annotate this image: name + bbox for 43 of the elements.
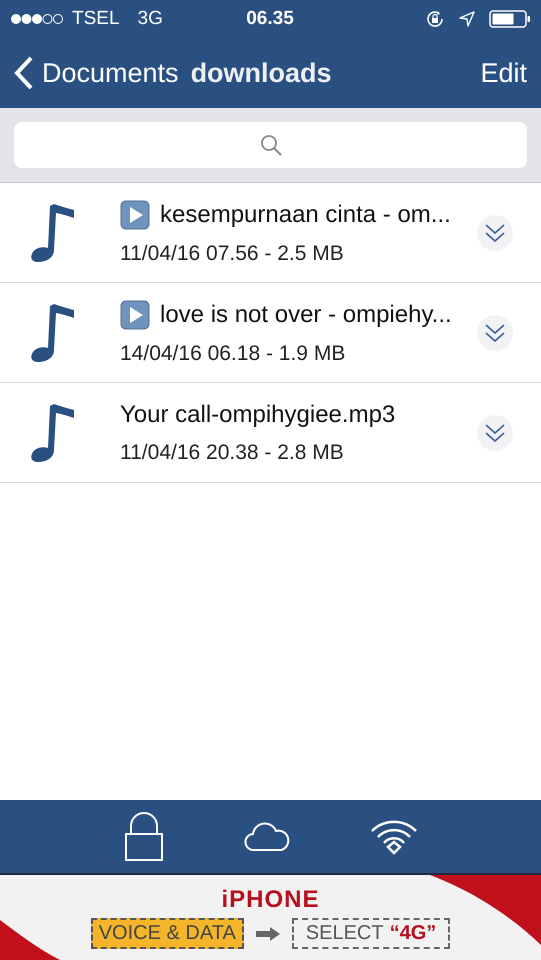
right-arrow-icon bbox=[256, 926, 280, 940]
lock-tab[interactable] bbox=[124, 812, 164, 862]
file-details: 11/04/16 07.56 - 2.5 MB bbox=[120, 242, 345, 266]
cloud-icon bbox=[244, 822, 290, 852]
double-chevron-down-icon bbox=[484, 222, 506, 244]
double-chevron-down-icon bbox=[484, 422, 506, 444]
network-text: 3G bbox=[138, 8, 163, 30]
wifi-icon bbox=[370, 818, 418, 854]
file-row[interactable]: Your call-ompihygiee.mp3 11/04/16 20.38 - 2.8 MB bbox=[0, 383, 541, 483]
network-option-text: “4G” bbox=[390, 922, 436, 945]
search-field[interactable] bbox=[14, 122, 527, 168]
music-note-icon bbox=[30, 402, 76, 464]
file-row[interactable]: kesempurnaan cinta - om... 11/04/16 07.56 - 2.5 MB bbox=[0, 183, 541, 283]
search-icon bbox=[258, 133, 282, 157]
file-row[interactable]: love is not over - ompiehy... 14/04/16 06.18 - 1.9 MB bbox=[0, 283, 541, 383]
double-chevron-down-icon bbox=[484, 322, 506, 344]
file-name: kesempurnaan cinta - om... bbox=[160, 200, 451, 228]
padlock-icon bbox=[124, 812, 164, 862]
ad-banner[interactable]: iPHONE VOICE & DATA SELECT “4G” bbox=[0, 875, 541, 960]
edit-button[interactable]: Edit bbox=[480, 58, 527, 88]
file-name: love is not over - ompiehy... bbox=[160, 300, 452, 328]
voice-data-label: VOICE & DATA bbox=[90, 918, 244, 949]
chevron-left-icon bbox=[14, 56, 34, 90]
rotation-lock-icon bbox=[425, 9, 445, 29]
file-details: 14/04/16 06.18 - 1.9 MB bbox=[120, 342, 346, 366]
select-text: SELECT bbox=[306, 922, 384, 945]
folder-title: downloads bbox=[190, 58, 332, 88]
battery-icon bbox=[489, 10, 531, 28]
carrier-text: TSEL bbox=[72, 8, 120, 30]
expand-button[interactable] bbox=[477, 214, 513, 250]
file-name: Your call-ompihygiee.mp3 bbox=[120, 400, 396, 428]
clock-time: 06.35 bbox=[245, 8, 295, 30]
signal-dots-icon bbox=[10, 13, 64, 25]
location-arrow-icon bbox=[459, 11, 475, 27]
back-button[interactable]: Documents bbox=[14, 56, 179, 90]
music-note-icon bbox=[30, 302, 76, 364]
expand-button[interactable] bbox=[477, 414, 513, 450]
file-details: 11/04/16 20.38 - 2.8 MB bbox=[120, 440, 345, 464]
expand-button[interactable] bbox=[477, 314, 513, 350]
wifi-tab[interactable] bbox=[370, 818, 418, 854]
music-note-icon bbox=[30, 202, 76, 264]
banner-title: iPHONE bbox=[221, 886, 320, 914]
cloud-tab[interactable] bbox=[244, 822, 290, 852]
